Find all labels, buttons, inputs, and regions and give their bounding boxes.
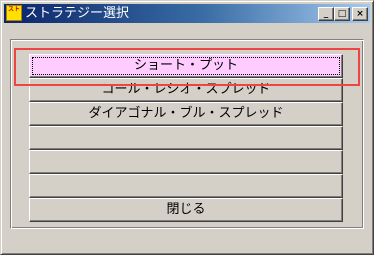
- window-title: ストラテジー選択: [25, 6, 130, 21]
- close-button[interactable]: 閉じる: [29, 198, 343, 222]
- title-bar[interactable]: スト ストラテジー選択 _ □ ×: [4, 4, 370, 23]
- empty-strategy-button-3[interactable]: [29, 174, 343, 198]
- call-ratio-spread-button[interactable]: コール・レシオ・スプレッド: [29, 78, 343, 102]
- empty-strategy-button-2[interactable]: [29, 150, 343, 174]
- strategy-select-window: スト ストラテジー選択 _ □ × ショート・プット コール・レシオ・スプレッド…: [0, 0, 374, 255]
- short-put-button[interactable]: ショート・プット: [29, 54, 343, 78]
- maximize-button[interactable]: □: [334, 7, 350, 21]
- minimize-button[interactable]: _: [318, 7, 334, 21]
- diagonal-bull-spread-button[interactable]: ダイアゴナル・ブル・スプレッド: [29, 102, 343, 126]
- empty-strategy-button-1[interactable]: [29, 126, 343, 150]
- close-window-button[interactable]: ×: [352, 7, 368, 21]
- app-icon: スト: [6, 5, 22, 21]
